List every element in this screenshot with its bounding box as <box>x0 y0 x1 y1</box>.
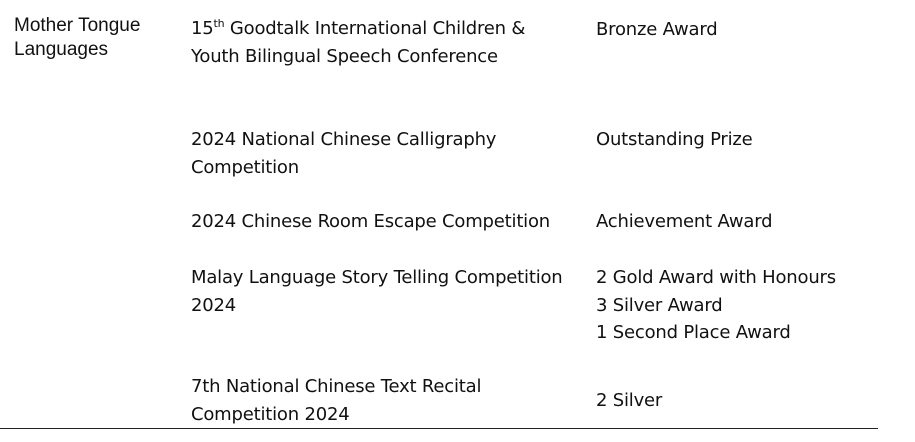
award-line-1: Outstanding Prize <box>596 129 753 150</box>
category-line-2: Languages <box>14 39 109 60</box>
award-line-1: Bronze Award <box>596 19 718 40</box>
event-name-line-2: Competition 2024 <box>191 403 350 425</box>
award-4: 2 Gold Award with Honours 3 Silver Award… <box>596 264 896 347</box>
award-line-1: 2 Silver <box>596 390 663 411</box>
event-name-4: Malay Language Story Telling Competition… <box>191 264 586 319</box>
event-name-1: 15th Goodtalk International Children & Y… <box>191 15 586 70</box>
event-name-2: 2024 National Chinese Calligraphy Compet… <box>191 126 586 181</box>
event-name-5: 7th National Chinese Text Recital Compet… <box>191 373 586 428</box>
event-name-3: 2024 Chinese Room Escape Competition <box>191 208 586 236</box>
category-label: Mother Tongue Languages <box>14 14 184 62</box>
event-name-line-2: 2024 <box>191 294 237 316</box>
event-name-line-1: 2024 National Chinese Calligraphy <box>191 129 497 150</box>
award-line-2: 3 Silver Award <box>596 294 723 316</box>
event-name-text: Goodtalk International Children & <box>224 18 526 39</box>
award-line-1: Achievement Award <box>596 211 773 232</box>
category-line-1: Mother Tongue <box>14 15 141 36</box>
event-name-line-1: 2024 Chinese Room Escape Competition <box>191 211 550 232</box>
event-name-line-1: 7th National Chinese Text Recital <box>191 376 482 397</box>
award-line-3: 1 Second Place Award <box>596 322 791 343</box>
event-name-line-2: Competition <box>191 156 299 178</box>
table-bottom-border <box>0 428 878 429</box>
event-ordinal-number: 15 <box>191 18 214 39</box>
award-3: Achievement Award <box>596 208 896 236</box>
award-2: Outstanding Prize <box>596 126 896 154</box>
award-5: 2 Silver <box>596 387 896 415</box>
award-line-1: 2 Gold Award with Honours <box>596 267 836 288</box>
event-name-line-1: Malay Language Story Telling Competition <box>191 267 563 288</box>
event-name-line-2: Youth Bilingual Speech Conference <box>191 45 498 67</box>
event-ordinal-suffix: th <box>213 17 225 30</box>
award-1: Bronze Award <box>596 16 896 44</box>
